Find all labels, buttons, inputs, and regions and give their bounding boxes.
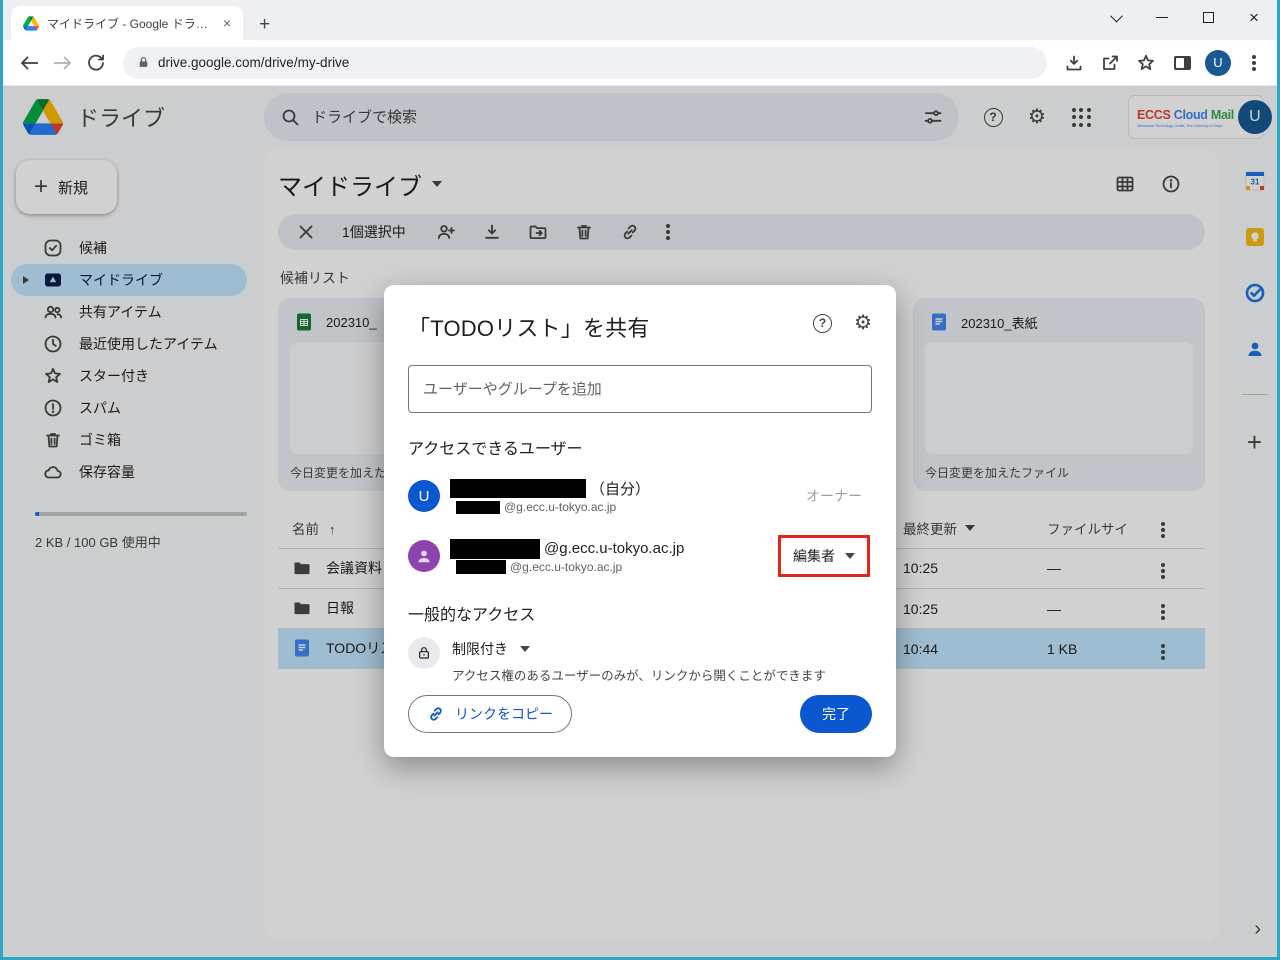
redacted-name (450, 479, 586, 498)
general-access-row: 制限付き アクセス権のあるユーザーのみが、リンクから開くことができます (408, 637, 872, 684)
tab-search-icon[interactable] (1093, 0, 1139, 34)
back-icon[interactable] (11, 46, 45, 80)
dialog-settings-icon[interactable]: ⚙ (854, 313, 872, 333)
owner-avatar: U (408, 480, 440, 512)
add-people-input[interactable] (408, 365, 872, 413)
reload-icon[interactable] (79, 46, 113, 80)
dialog-title: 「TODOリスト」を共有 (408, 311, 650, 343)
tab-title: マイドライブ - Google ドライブ (47, 15, 211, 32)
editor-role-dropdown-highlighted[interactable]: 編集者 (778, 535, 870, 577)
browser-titlebar: マイドライブ - Google ドライブ × + × (3, 0, 1277, 40)
share-icon[interactable] (1093, 46, 1127, 80)
screen: マイドライブ - Google ドライブ × + × drive.google.… (0, 0, 1280, 960)
side-panel-icon[interactable] (1165, 46, 1199, 80)
chevron-down-icon (845, 553, 855, 559)
person-row-owner: U （自分） @g.ecc.u-tokyo.ac.jp オーナー (408, 473, 872, 519)
redacted-email (456, 560, 506, 574)
redacted-name (450, 539, 540, 559)
browser-tab[interactable]: マイドライブ - Google ドライブ × (11, 6, 243, 40)
done-button[interactable]: 完了 (800, 695, 872, 733)
browser-profile-avatar[interactable]: U (1201, 46, 1235, 80)
new-tab-button[interactable]: + (259, 15, 270, 34)
editor-avatar (408, 540, 440, 572)
window-maximize-button[interactable] (1185, 0, 1231, 34)
browser-toolbar: drive.google.com/drive/my-drive U (3, 40, 1277, 86)
general-access-title: 一般的なアクセス (408, 601, 872, 625)
toolbar-right: U (1057, 46, 1277, 80)
browser-menu-icon[interactable] (1237, 46, 1271, 80)
window-minimize-button[interactable] (1139, 0, 1185, 34)
link-icon (427, 705, 445, 723)
url-text: drive.google.com/drive/my-drive (158, 55, 349, 70)
drive-favicon (23, 16, 39, 31)
forward-icon[interactable] (45, 46, 79, 80)
owner-role-label: オーナー (806, 486, 872, 506)
tab-close-icon[interactable]: × (219, 15, 235, 31)
people-section-title: アクセスできるユーザー (408, 435, 872, 459)
download-page-icon[interactable] (1057, 46, 1091, 80)
window-close-button[interactable]: × (1231, 0, 1277, 34)
restricted-lock-icon (408, 637, 440, 669)
redacted-email (456, 501, 500, 514)
chevron-down-icon (520, 646, 530, 652)
bookmark-star-icon[interactable] (1129, 46, 1163, 80)
copy-link-button[interactable]: リンクをコピー (408, 695, 572, 733)
drive-app: ドライブ ? ⚙ ECCS Cl (3, 86, 1277, 957)
address-bar[interactable]: drive.google.com/drive/my-drive (123, 47, 1047, 79)
general-access-description: アクセス権のあるユーザーのみが、リンクから開くことができます (452, 665, 826, 684)
window-controls: × (1093, 0, 1277, 34)
share-dialog: 「TODOリスト」を共有 ? ⚙ アクセスできるユーザー U （自分） (384, 285, 896, 757)
person-row-editor: @g.ecc.u-tokyo.ac.jp @g.ecc.u-tokyo.ac.j… (408, 533, 872, 579)
general-access-dropdown[interactable]: 制限付き (452, 637, 826, 659)
lock-icon (137, 56, 150, 69)
dialog-help-icon[interactable]: ? (813, 314, 832, 333)
